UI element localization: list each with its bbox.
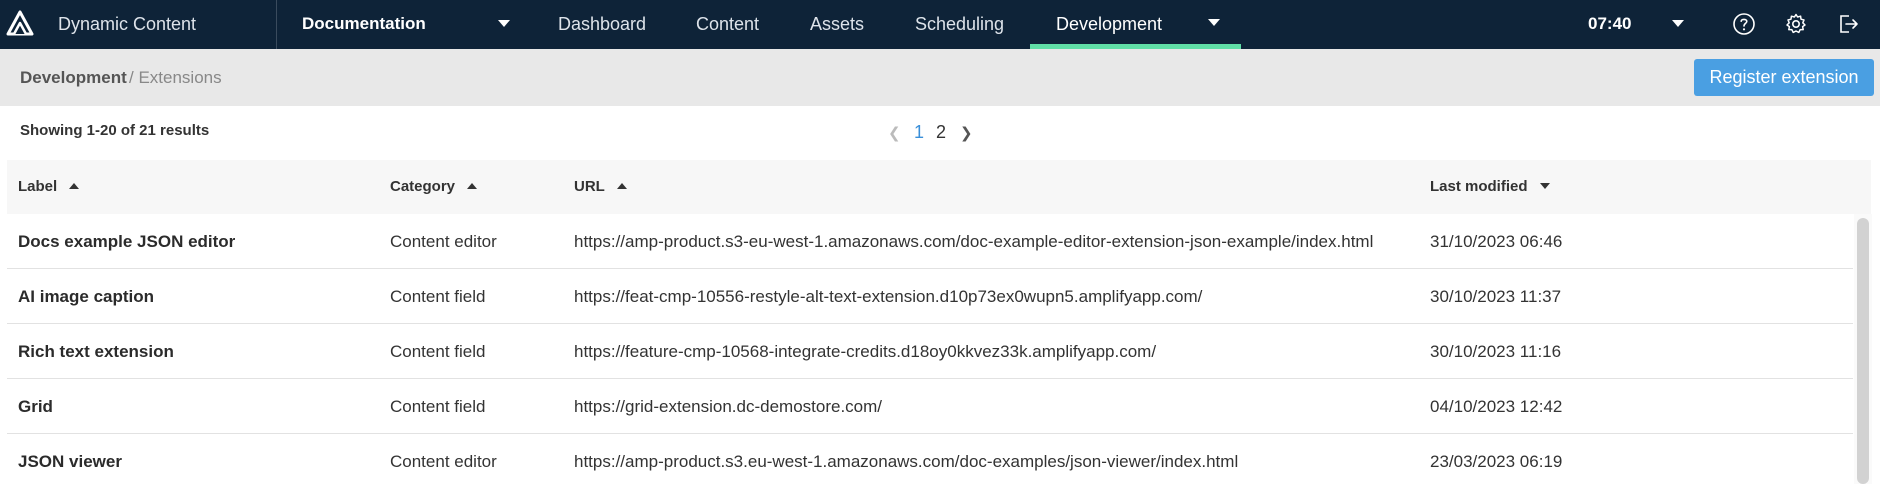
app-title: Dynamic Content — [58, 14, 197, 34]
column-header-url-text: URL — [574, 178, 605, 195]
nav-dashboard[interactable]: Dashboard — [558, 0, 646, 49]
sort-ascending-icon[interactable] — [616, 183, 627, 189]
column-header-label-text: Label — [18, 178, 58, 195]
pagination-page-2[interactable]: 2 — [936, 122, 946, 143]
row-url: https://amp-product.s3-eu-west-1.amazona… — [574, 232, 1374, 251]
row-label[interactable]: Rich text extension — [18, 324, 174, 379]
breadcrumb-extensions: / Extensions — [129, 68, 222, 87]
row-url: https://grid-extension.dc-demostore.com/ — [574, 397, 883, 416]
table-row[interactable]: Docs example JSON editor Content editor … — [7, 214, 1853, 269]
breadcrumb-development[interactable]: Development — [20, 49, 127, 106]
row-label[interactable]: Docs example JSON editor — [18, 214, 235, 269]
help-icon[interactable] — [1732, 12, 1756, 36]
table-scrollbar-thumb[interactable] — [1857, 218, 1869, 484]
column-header-category[interactable]: Category — [390, 160, 478, 214]
sort-ascending-icon[interactable] — [69, 183, 80, 189]
row-category: Content field — [390, 397, 486, 416]
nav-development[interactable]: Development — [1056, 0, 1162, 49]
time-display[interactable]: 07:40 — [1588, 0, 1631, 49]
table-row[interactable]: AI image caption Content field https://f… — [7, 269, 1853, 324]
table-row[interactable]: JSON viewer Content editor https://amp-p… — [7, 434, 1853, 484]
development-chevron-down-icon[interactable] — [1208, 19, 1220, 26]
row-label[interactable]: JSON viewer — [18, 434, 122, 484]
amplience-logo-icon[interactable] — [6, 10, 34, 38]
hub-selector[interactable]: Documentation — [302, 0, 426, 49]
table-row[interactable]: Rich text extension Content field https:… — [7, 324, 1853, 379]
results-summary: Showing 1-20 of 21 results — [20, 122, 210, 139]
row-category: Content editor — [390, 232, 497, 251]
sort-ascending-icon[interactable] — [467, 183, 478, 189]
row-last-modified: 23/03/2023 06:19 — [1430, 452, 1563, 471]
gear-icon[interactable] — [1784, 12, 1808, 36]
row-url: https://feature-cmp-10568-integrate-cred… — [574, 342, 1157, 361]
pagination-prev-icon[interactable]: ❮ — [888, 124, 901, 142]
column-header-last-modified[interactable]: Last modified — [1430, 160, 1550, 214]
nav-scheduling[interactable]: Scheduling — [915, 0, 1004, 49]
sort-descending-icon[interactable] — [1539, 183, 1550, 189]
row-url: https://amp-product.s3.eu-west-1.amazona… — [574, 452, 1239, 471]
column-header-url[interactable]: URL — [574, 160, 627, 214]
logout-icon[interactable] — [1836, 12, 1860, 36]
pagination-page-1[interactable]: 1 — [914, 122, 924, 143]
nav-assets[interactable]: Assets — [810, 0, 864, 49]
row-category: Content field — [390, 287, 486, 306]
breadcrumb: Development / Extensions Register extens… — [0, 49, 1880, 106]
pagination-next-icon[interactable]: ❯ — [960, 124, 973, 142]
column-header-last-modified-text: Last modified — [1430, 178, 1528, 195]
row-url: https://feat-cmp-10556-restyle-alt-text-… — [574, 287, 1203, 306]
table-row[interactable]: Grid Content field https://grid-extensio… — [7, 379, 1853, 434]
row-label[interactable]: Grid — [18, 379, 53, 434]
table-header: Label Category URL Last modified — [7, 160, 1871, 214]
register-extension-button[interactable]: Register extension — [1694, 59, 1874, 96]
row-category: Content field — [390, 342, 486, 361]
row-category: Content editor — [390, 452, 497, 471]
column-header-category-text: Category — [390, 178, 456, 195]
row-last-modified: 30/10/2023 11:37 — [1430, 287, 1562, 306]
hub-chevron-down-icon[interactable] — [498, 20, 510, 27]
row-label[interactable]: AI image caption — [18, 269, 154, 324]
top-nav-bar: Dynamic Content Documentation Dashboard … — [0, 0, 1880, 49]
row-last-modified: 04/10/2023 12:42 — [1430, 397, 1563, 416]
time-chevron-down-icon[interactable] — [1672, 20, 1684, 27]
column-header-label[interactable]: Label — [18, 160, 80, 214]
row-last-modified: 31/10/2023 06:46 — [1430, 232, 1563, 251]
row-last-modified: 30/10/2023 11:16 — [1430, 342, 1562, 361]
nav-content[interactable]: Content — [696, 0, 759, 49]
nav-divider — [276, 0, 277, 49]
